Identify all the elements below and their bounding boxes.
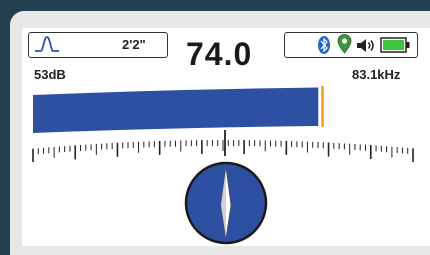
gps-pin-icon[interactable]: [337, 34, 352, 54]
frequency-label: 83.1kHz: [352, 67, 401, 82]
battery-icon: [380, 37, 410, 53]
peak-marker: [321, 86, 324, 127]
depth-readout: 2'2": [122, 37, 146, 52]
gain-label: 53dB: [34, 67, 66, 82]
bluetooth-icon[interactable]: [318, 36, 330, 54]
peak-mode-icon[interactable]: [34, 35, 60, 53]
compass-icon: [183, 160, 269, 246]
signal-strength-reading: 74.0: [186, 36, 253, 72]
tick-scale: [32, 130, 414, 162]
speaker-icon[interactable]: [356, 38, 376, 53]
